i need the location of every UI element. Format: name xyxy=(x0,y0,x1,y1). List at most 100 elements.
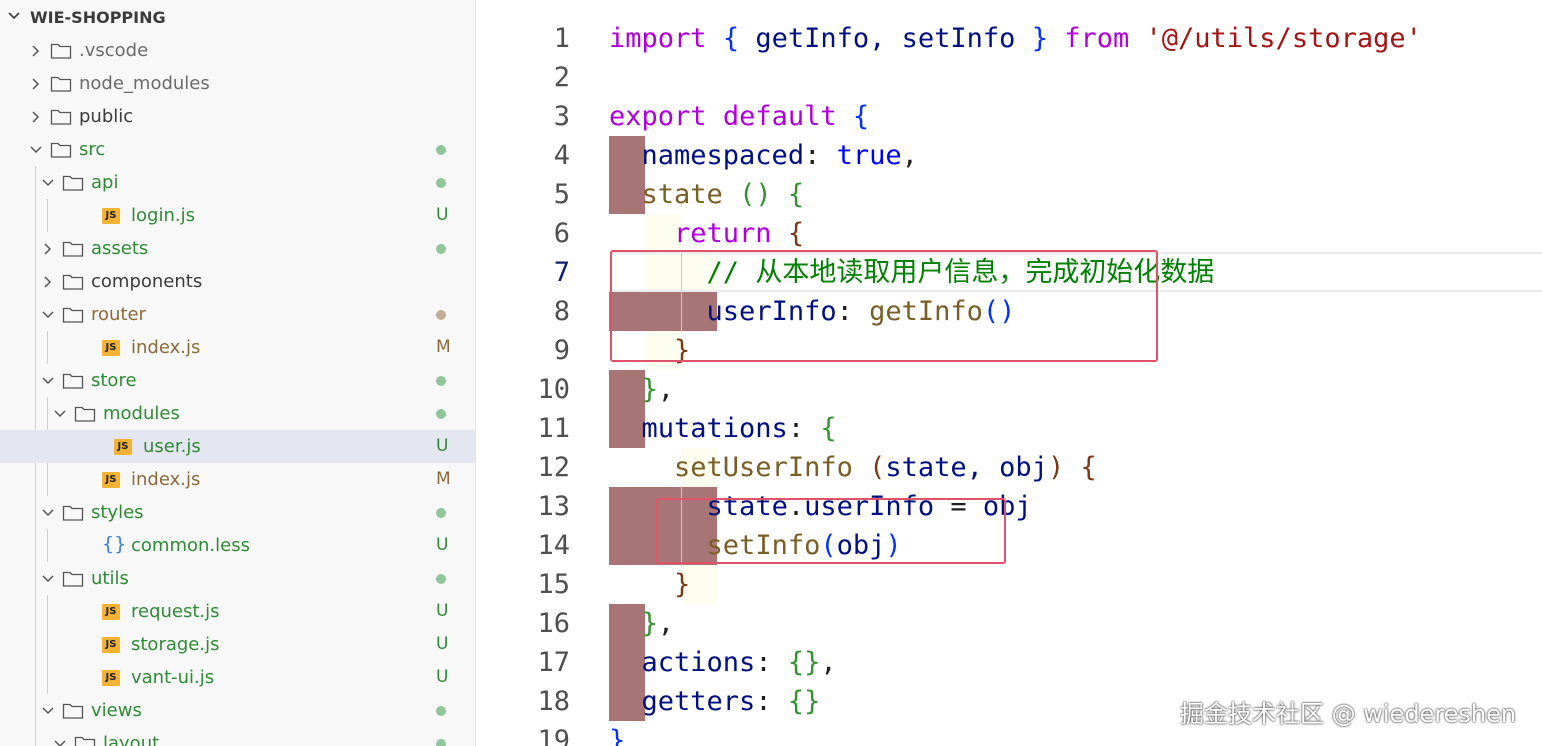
folder-icon xyxy=(50,75,72,98)
chevron-right-icon[interactable] xyxy=(28,43,44,59)
code-line[interactable]: }, xyxy=(609,370,675,409)
code-line[interactable]: }, xyxy=(609,604,675,643)
tree-item-label: store xyxy=(91,370,137,391)
code-token: ( xyxy=(869,452,886,483)
line-number: 5 xyxy=(553,179,570,210)
tree-folder-styles[interactable]: styles xyxy=(0,496,475,529)
code-line[interactable]: mutations: { xyxy=(609,409,837,448)
chevron-down-icon[interactable] xyxy=(52,406,68,422)
code-line[interactable]: export default { xyxy=(609,97,869,136)
tree-folder-public[interactable]: public xyxy=(0,100,475,133)
code-token: import xyxy=(609,23,707,54)
code-token: '@/utils/storage' xyxy=(1145,23,1422,54)
chevron-right-icon[interactable] xyxy=(40,241,56,257)
tree-folder-src[interactable]: src xyxy=(0,133,475,166)
code-line[interactable]: setUserInfo (state, obj) { xyxy=(609,448,1097,487)
tree-file-vant-ui-js[interactable]: JS vant-ui.js U xyxy=(0,661,475,694)
code-line[interactable]: return { xyxy=(609,214,804,253)
annotation-box-setinfo xyxy=(656,498,1006,564)
code-line[interactable]: import { getInfo, setInfo } from '@/util… xyxy=(609,19,1422,58)
tree-folder-modules[interactable]: modules xyxy=(0,397,475,430)
explorer-root-header[interactable]: WIE-SHOPPING xyxy=(0,0,475,34)
chevron-down-icon[interactable] xyxy=(40,505,56,521)
tree-folder-views[interactable]: views xyxy=(0,694,475,727)
folder-open-icon xyxy=(50,141,72,164)
line-number: 4 xyxy=(553,140,570,171)
code-token: } xyxy=(641,374,658,405)
line-number: 14 xyxy=(537,530,570,561)
tree-folder-node-modules[interactable]: node_modules xyxy=(0,67,475,100)
code-token: true xyxy=(836,140,902,171)
git-status-badge: M xyxy=(436,469,451,489)
code-editor[interactable]: 1 import { getInfo, setInfo } from '@/uti… xyxy=(476,0,1542,746)
tree-folder-components[interactable]: components xyxy=(0,265,475,298)
tree-folder-store[interactable]: store xyxy=(0,364,475,397)
tree-folder-utils[interactable]: utils xyxy=(0,562,475,595)
code-token: () xyxy=(739,179,772,210)
code-token: ) xyxy=(1047,452,1065,483)
git-status-dot xyxy=(436,508,446,518)
chevron-down-icon[interactable] xyxy=(40,703,56,719)
tree-folder-layout[interactable]: layout xyxy=(0,727,475,746)
code-token: { xyxy=(820,413,837,444)
chevron-right-icon[interactable] xyxy=(40,274,56,290)
code-token: namespaced xyxy=(641,140,805,171)
javascript-file-icon: JS xyxy=(102,637,120,653)
code-line[interactable]: } xyxy=(609,565,690,604)
tree-folder-assets[interactable]: assets xyxy=(0,232,475,265)
tree-folder--vscode[interactable]: .vscode xyxy=(0,34,475,67)
tree-folder-router[interactable]: router xyxy=(0,298,475,331)
chevron-down-icon[interactable] xyxy=(40,175,56,191)
tree-file-index-js[interactable]: JS index.js M xyxy=(0,331,475,364)
code-line[interactable]: actions: {}, xyxy=(609,643,837,682)
folder-icon xyxy=(62,240,84,263)
chevron-down-icon[interactable] xyxy=(40,373,56,389)
chevron-down-icon[interactable] xyxy=(28,142,44,158)
code-token: : xyxy=(755,686,788,717)
code-line[interactable]: } xyxy=(609,721,625,746)
tree-file-common-less[interactable]: {} common.less U xyxy=(0,529,475,562)
chevron-right-icon[interactable] xyxy=(28,76,44,92)
code-token: setUserInfo xyxy=(674,452,853,483)
code-token: , xyxy=(820,647,837,678)
code-token: { xyxy=(852,101,870,132)
tree-file-index-js[interactable]: JS index.js M xyxy=(0,463,475,496)
code-token: } xyxy=(641,608,658,639)
line-number: 2 xyxy=(553,62,570,93)
code-line[interactable]: state () { xyxy=(609,175,805,214)
line-number: 13 xyxy=(537,491,570,522)
tree-file-user-js[interactable]: JS user.js U xyxy=(0,430,475,463)
watermark: 掘金技术社区 @ wiedereshen xyxy=(1180,700,1517,728)
tree-file-request-js[interactable]: JS request.js U xyxy=(0,595,475,628)
tree-folder-api[interactable]: api xyxy=(0,166,475,199)
code-line[interactable]: getters: {} xyxy=(609,682,821,721)
folder-icon xyxy=(50,42,72,65)
git-status-dot xyxy=(436,178,446,188)
git-status-badge: U xyxy=(436,436,449,456)
code-token: default xyxy=(722,101,837,132)
code-line[interactable]: namespaced: true, xyxy=(609,136,918,175)
folder-open-icon xyxy=(74,405,96,428)
git-status-badge: U xyxy=(436,535,449,555)
tree-item-label: utils xyxy=(91,568,129,589)
chevron-right-icon[interactable] xyxy=(28,109,44,125)
tree-item-label: node_modules xyxy=(79,73,210,94)
tree-item-label: styles xyxy=(91,502,144,523)
chevron-down-icon[interactable] xyxy=(40,571,56,587)
code-token: , xyxy=(657,608,675,639)
chevron-down-icon[interactable] xyxy=(40,307,56,323)
git-status-badge: M xyxy=(436,337,451,357)
tree-file-storage-js[interactable]: JS storage.js U xyxy=(0,628,475,661)
tree-item-label: api xyxy=(91,172,119,193)
tree-file-login-js[interactable]: JS login.js U xyxy=(0,199,475,232)
chevron-down-icon[interactable] xyxy=(52,736,68,746)
